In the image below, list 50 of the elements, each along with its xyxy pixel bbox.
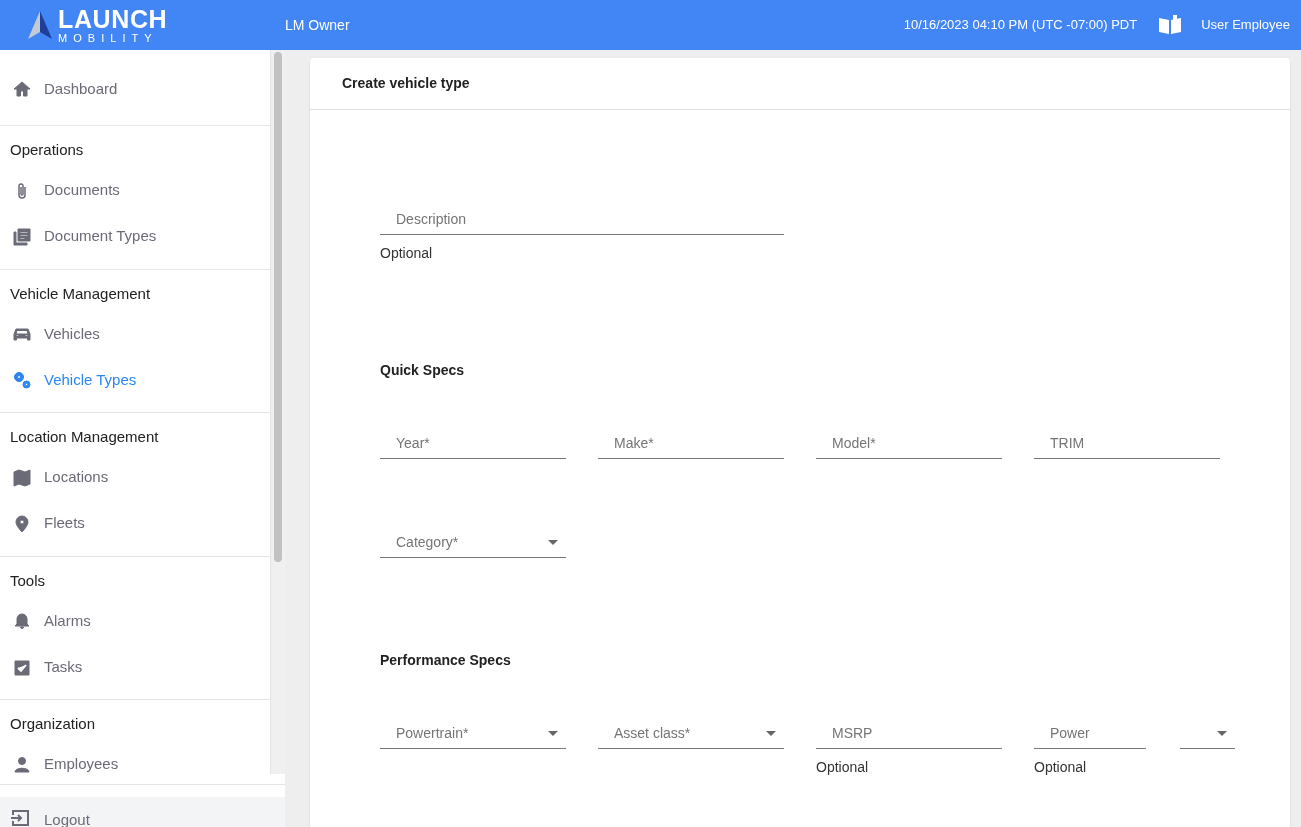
organization-name: LM Owner bbox=[285, 15, 350, 35]
section-heading: Vehicle Management bbox=[9, 283, 152, 304]
text-field[interactable]: Description bbox=[380, 205, 784, 235]
bell-icon bbox=[12, 611, 32, 631]
helper-text: Optional bbox=[380, 244, 434, 263]
text-field[interactable]: MSRP bbox=[816, 719, 1002, 749]
helper-text: Optional bbox=[1034, 758, 1088, 777]
documents-icon bbox=[12, 226, 32, 247]
logo-subtitle: MOBILITY bbox=[58, 32, 159, 44]
date-time: 10/16/2023 04:10 PM (UTC -07:00) PDT bbox=[903, 16, 1138, 35]
nav-item[interactable]: Vehicles bbox=[0, 311, 270, 357]
text-field[interactable]: Make* bbox=[598, 429, 784, 459]
text-field[interactable]: Year* bbox=[380, 429, 566, 459]
text-field[interactable]: Power bbox=[1034, 719, 1146, 749]
map-icon bbox=[12, 467, 32, 488]
section-heading: Location Management bbox=[9, 427, 160, 447]
section-heading: Organization bbox=[9, 714, 97, 734]
dropdown-caret-icon bbox=[548, 731, 558, 736]
nav-item[interactable]: Vehicle Types bbox=[0, 357, 270, 403]
location-pin-icon bbox=[12, 513, 32, 534]
user-name[interactable]: User Employee bbox=[1201, 15, 1290, 35]
clipboard-check-icon bbox=[12, 657, 32, 677]
nav-item[interactable]: Employees bbox=[0, 741, 270, 774]
dropdown-caret-icon bbox=[766, 731, 776, 736]
nav-item[interactable]: Locations bbox=[0, 454, 270, 501]
section-title: Quick Specs bbox=[380, 361, 466, 380]
nav-item[interactable]: Alarms bbox=[0, 598, 270, 644]
book-icon[interactable] bbox=[1158, 15, 1183, 35]
scrollbar[interactable] bbox=[271, 50, 285, 774]
dropdown-field[interactable]: Category* bbox=[380, 528, 566, 558]
nav-item[interactable]: Fleets bbox=[0, 500, 270, 547]
nav-item[interactable]: Documents bbox=[0, 167, 270, 214]
helper-text: Optional bbox=[816, 758, 870, 777]
dropdown-caret-icon bbox=[548, 540, 558, 545]
dropdown-field[interactable]: Powertrain* bbox=[380, 719, 566, 749]
text-field[interactable]: Model* bbox=[816, 429, 1002, 459]
person-icon bbox=[12, 754, 32, 774]
card-title: Create vehicle type bbox=[342, 74, 470, 93]
dropdown-field[interactable]: Asset class* bbox=[598, 719, 784, 749]
logo-wordmark: LAUNCH bbox=[58, 6, 168, 32]
section-heading: Tools bbox=[9, 570, 47, 591]
section-title: Performance Specs bbox=[380, 651, 512, 670]
nav-item[interactable]: Document Types bbox=[0, 213, 270, 260]
home-icon bbox=[12, 79, 32, 99]
logout-icon bbox=[10, 809, 30, 827]
nav-item[interactable]: Dashboard bbox=[0, 66, 270, 112]
section-heading: Operations bbox=[9, 140, 85, 160]
nav-item[interactable]: Tasks bbox=[0, 644, 270, 690]
dropdown-caret-icon bbox=[1217, 731, 1227, 736]
text-field[interactable]: TRIM bbox=[1034, 429, 1220, 459]
